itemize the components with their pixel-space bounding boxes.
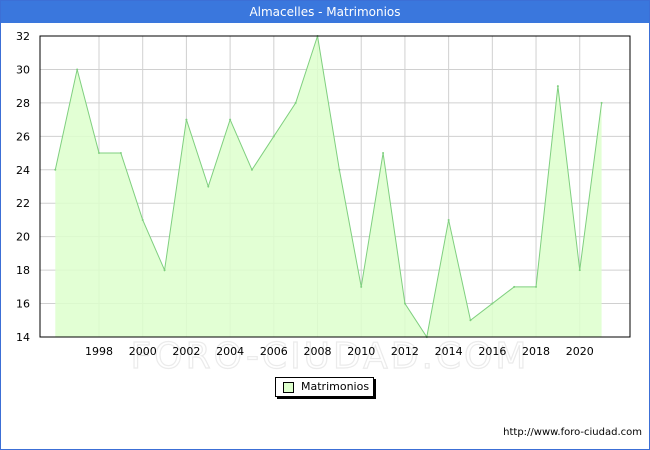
- y-tick-label: 30: [16, 63, 30, 76]
- data-point-2001: [163, 269, 166, 272]
- y-axis-ticks: 14 16 18 20 22 24 26 28 30 32: [16, 30, 30, 344]
- y-tick-label: 14: [16, 331, 30, 344]
- data-point-2019: [556, 85, 559, 88]
- data-point-2004: [229, 118, 232, 121]
- data-point-2018: [535, 285, 538, 288]
- data-point-2012: [403, 302, 406, 305]
- data-point-1999: [119, 152, 122, 155]
- source-url: http://www.foro-ciudad.com: [503, 427, 642, 438]
- data-point-2010: [360, 285, 363, 288]
- y-tick-label: 18: [16, 264, 30, 277]
- y-tick-label: 22: [16, 197, 30, 210]
- x-tick-label: 2010: [347, 345, 375, 358]
- x-tick-label: 2006: [260, 345, 288, 358]
- data-point-2006: [272, 135, 275, 138]
- x-tick-label: 2018: [522, 345, 550, 358]
- legend: Matrimonios: [275, 377, 374, 397]
- x-tick-label: 2004: [216, 345, 244, 358]
- data-point-2011: [382, 152, 385, 155]
- data-point-2002: [185, 118, 188, 121]
- data-point-1997: [76, 68, 79, 71]
- y-tick-label: 24: [16, 164, 30, 177]
- series-area-matrimonios: [55, 36, 602, 337]
- x-tick-label: 2002: [172, 345, 200, 358]
- legend-label: Matrimonios: [301, 380, 370, 393]
- data-point-2020: [578, 269, 581, 272]
- data-point-1998: [98, 152, 100, 155]
- x-tick-label: 1998: [85, 345, 113, 358]
- x-tick-label: 2008: [304, 345, 332, 358]
- data-point-2003: [207, 185, 210, 188]
- data-point-2016: [491, 302, 494, 305]
- y-tick-label: 32: [16, 30, 30, 43]
- legend-swatch: [283, 382, 294, 393]
- y-tick-label: 20: [16, 231, 30, 244]
- data-point-2021: [600, 101, 603, 104]
- y-tick-label: 28: [16, 97, 30, 110]
- x-tick-label: 2014: [435, 345, 463, 358]
- x-tick-label: 2020: [566, 345, 594, 358]
- data-point-2014: [447, 218, 450, 221]
- y-tick-label: 16: [16, 298, 30, 311]
- x-tick-label: 2000: [129, 345, 157, 358]
- data-point-2015: [469, 319, 472, 322]
- data-point-2000: [141, 218, 144, 221]
- x-tick-label: 2012: [391, 345, 419, 358]
- data-point-1996: [54, 168, 57, 171]
- x-tick-label: 2016: [478, 345, 506, 358]
- data-point-2007: [294, 101, 297, 104]
- data-point-2017: [513, 285, 516, 288]
- series-matrimonios: [54, 35, 603, 339]
- y-tick-label: 26: [16, 130, 30, 143]
- data-point-2009: [338, 168, 341, 171]
- data-point-2005: [250, 168, 253, 171]
